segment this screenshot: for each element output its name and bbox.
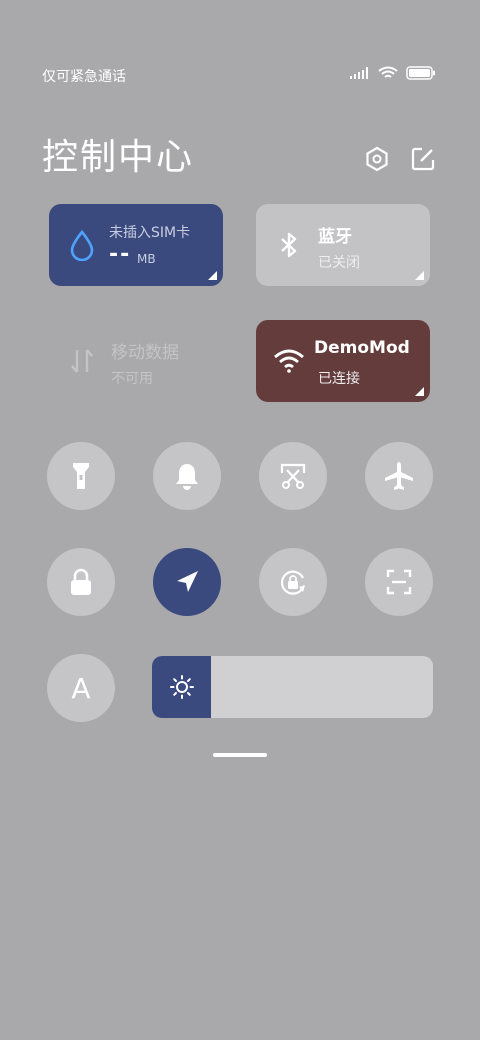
expand-corner-icon (415, 271, 424, 280)
expand-corner-icon (415, 387, 424, 396)
scan-icon (386, 569, 412, 595)
screenshot-toggle[interactable] (259, 442, 327, 510)
data-arrows-icon (65, 344, 99, 378)
rotation-lock-icon (280, 570, 305, 595)
flashlight-icon (73, 463, 89, 489)
bell-icon (176, 464, 198, 490)
letter-a-icon: A (71, 671, 91, 705)
data-usage-unit: MB (137, 252, 156, 266)
bluetooth-tile[interactable]: 蓝牙 已关闭 (256, 204, 430, 286)
mobile-data-label: 移动数据 (111, 343, 179, 363)
wifi-status: 已连接 (318, 371, 360, 387)
wifi-icon (272, 344, 306, 378)
sun-icon (169, 675, 194, 699)
bluetooth-icon (272, 228, 306, 262)
wifi-network-name: DemoMod (314, 338, 410, 358)
wifi-tile[interactable]: DemoMod 已连接 (256, 320, 430, 402)
page-title: 控制中心 (42, 137, 195, 178)
lock-icon (71, 568, 91, 595)
water-drop-icon (65, 228, 99, 262)
flashlight-toggle[interactable] (47, 442, 115, 510)
location-toggle[interactable] (153, 548, 221, 616)
location-arrow-icon (177, 571, 198, 592)
expand-corner-icon (208, 271, 217, 280)
lock-toggle[interactable] (47, 548, 115, 616)
scanner-toggle[interactable] (365, 548, 433, 616)
bluetooth-label: 蓝牙 (318, 227, 352, 247)
bluetooth-status: 已关闭 (318, 255, 360, 271)
mobile-data-tile[interactable]: 移动数据 不可用 (49, 320, 223, 402)
rotation-lock-toggle[interactable] (259, 548, 327, 616)
airplane-icon (385, 462, 413, 490)
edit-icon[interactable] (408, 144, 438, 174)
brightness-slider[interactable] (152, 656, 433, 718)
status-icons (350, 66, 436, 80)
wifi-icon (378, 66, 398, 78)
mobile-data-status: 不可用 (111, 371, 153, 387)
signal-bars-icon (350, 67, 368, 79)
data-usage-tile[interactable]: 未插入SIM卡 -- MB (49, 204, 223, 286)
airplane-toggle[interactable] (365, 442, 433, 510)
screenshot-scissors-icon (280, 463, 306, 489)
home-handle[interactable] (213, 753, 267, 757)
brightness-fill (152, 656, 211, 718)
settings-icon[interactable] (362, 144, 392, 174)
ringer-toggle[interactable] (153, 442, 221, 510)
data-usage-value: -- (109, 242, 132, 267)
data-usage-label: 未插入SIM卡 (109, 225, 191, 241)
auto-brightness-toggle[interactable]: A (47, 654, 115, 722)
battery-icon (406, 66, 435, 80)
status-text: 仅可紧急通话 (42, 69, 126, 85)
